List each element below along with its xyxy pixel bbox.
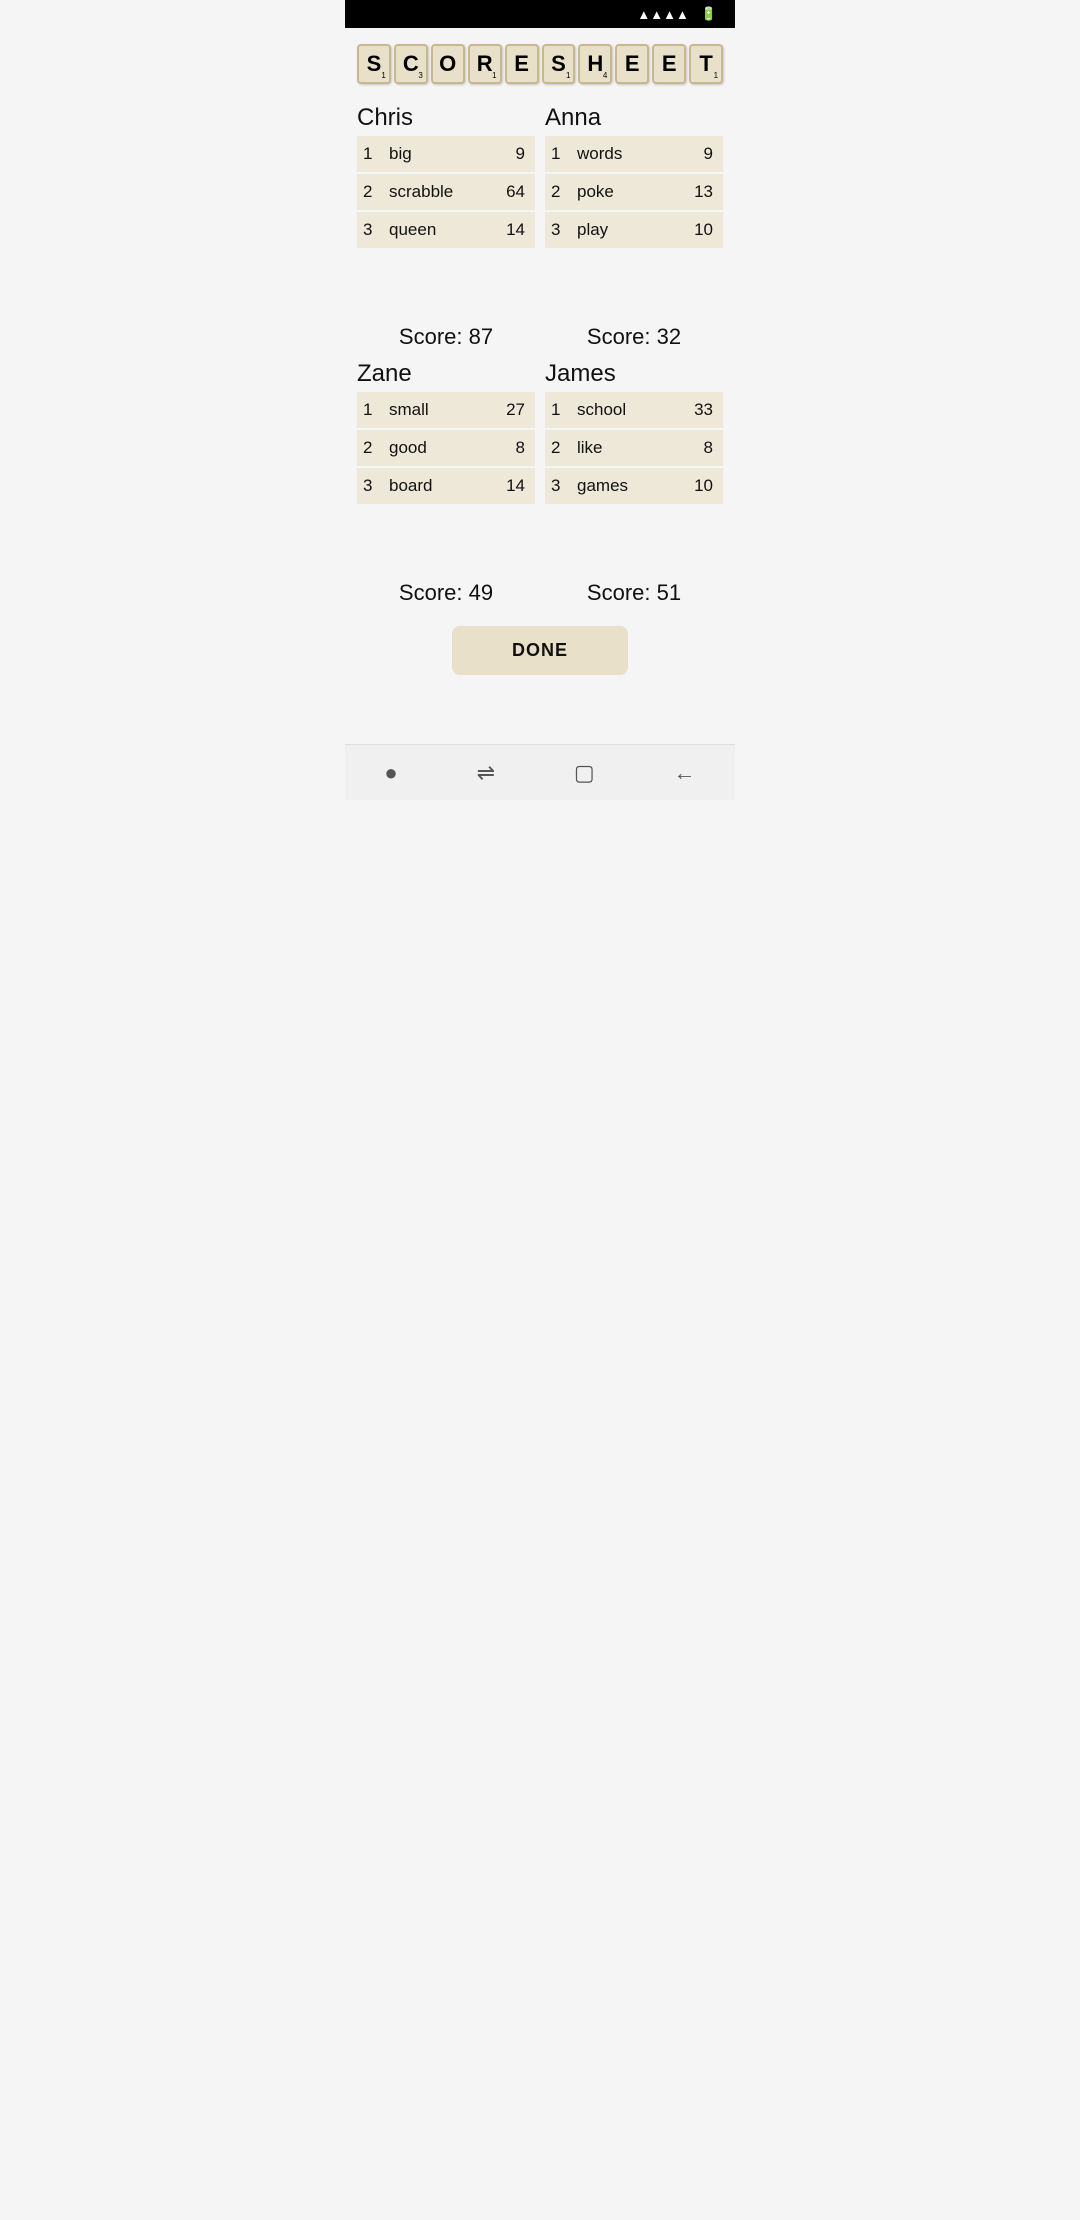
entry-word: school (573, 400, 694, 420)
title-tile-8: E (652, 44, 686, 84)
top-players-grid: Chris1big92scrabble643queen14Anna1words9… (357, 104, 723, 250)
entry-num: 3 (363, 476, 385, 496)
title-tile-4: E (505, 44, 539, 84)
entry-points: 10 (694, 220, 717, 240)
score-row-chris-0: 1big9 (357, 136, 535, 172)
entry-num: 1 (551, 144, 573, 164)
top-scores-row: Score: 87 Score: 32 (357, 310, 723, 360)
entry-num: 3 (551, 220, 573, 240)
nav-back-icon[interactable]: ← (674, 760, 696, 786)
player-name-chris: Chris (357, 104, 535, 132)
entry-points: 33 (694, 400, 717, 420)
title-tile-6: H4 (578, 44, 612, 84)
score-row-james-1: 2like8 (545, 430, 723, 466)
player-name-james: James (545, 360, 723, 388)
entry-num: 2 (363, 182, 385, 202)
score-row-james-0: 1school33 (545, 392, 723, 428)
entry-word: like (573, 438, 704, 458)
score-total-james: Score: 51 (545, 580, 723, 606)
entry-num: 1 (551, 400, 573, 420)
score-total-zane: Score: 49 (357, 580, 535, 606)
entry-points: 13 (694, 182, 717, 202)
score-row-zane-0: 1small27 (357, 392, 535, 428)
entry-points: 10 (694, 476, 717, 496)
entry-word: play (573, 220, 694, 240)
entry-num: 2 (551, 438, 573, 458)
nav-recent-apps-icon[interactable]: ⇌ (477, 760, 495, 786)
player-section-zane: Zane1small272good83board14 (357, 360, 535, 506)
title-tile-0: S1 (357, 44, 391, 84)
battery-icon: 🔋 (701, 6, 717, 22)
score-row-chris-2: 3queen14 (357, 212, 535, 248)
bottom-players-grid: Zane1small272good83board14James1school33… (357, 360, 723, 506)
score-row-anna-2: 3play10 (545, 212, 723, 248)
player-section-chris: Chris1big92scrabble643queen14 (357, 104, 535, 250)
entry-word: poke (573, 182, 694, 202)
entry-num: 2 (363, 438, 385, 458)
score-row-zane-2: 3board14 (357, 468, 535, 504)
entry-points: 8 (704, 438, 717, 458)
entry-word: board (385, 476, 506, 496)
player-section-james: James1school332like83games10 (545, 360, 723, 506)
title-tile-1: C3 (394, 44, 428, 84)
entry-points: 9 (704, 144, 717, 164)
title-tile-7: E (615, 44, 649, 84)
score-row-anna-0: 1words9 (545, 136, 723, 172)
entry-word: words (573, 144, 704, 164)
player-name-anna: Anna (545, 104, 723, 132)
entry-word: queen (385, 220, 506, 240)
entry-points: 14 (506, 220, 529, 240)
nav-home-icon[interactable]: ▢ (574, 760, 595, 786)
entry-word: small (385, 400, 506, 420)
entry-num: 3 (551, 476, 573, 496)
entry-points: 27 (506, 400, 529, 420)
score-total-chris: Score: 87 (357, 324, 535, 350)
title-tile-9: T1 (689, 44, 723, 84)
entry-word: scrabble (385, 182, 506, 202)
entry-points: 14 (506, 476, 529, 496)
nav-dot-icon[interactable]: ● (384, 760, 397, 786)
entry-num: 3 (363, 220, 385, 240)
title-tiles: S1C3OR1ES1H4EET1 (357, 44, 723, 84)
score-row-zane-1: 2good8 (357, 430, 535, 466)
score-row-james-2: 3games10 (545, 468, 723, 504)
score-row-chris-1: 2scrabble64 (357, 174, 535, 210)
entry-points: 9 (516, 144, 529, 164)
player-name-zane: Zane (357, 360, 535, 388)
score-total-anna: Score: 32 (545, 324, 723, 350)
done-button[interactable]: DONE (452, 626, 628, 675)
player-section-anna: Anna1words92poke133play10 (545, 104, 723, 250)
title-tile-5: S1 (542, 44, 576, 84)
title-tile-2: O (431, 44, 465, 84)
entry-num: 1 (363, 400, 385, 420)
signal-icon: ▲▲▲▲ (637, 7, 688, 22)
main-content: S1C3OR1ES1H4EET1Chris1big92scrabble643qu… (345, 28, 735, 744)
entry-num: 1 (363, 144, 385, 164)
entry-word: games (573, 476, 694, 496)
nav-bar: ● ⇌ ▢ ← (345, 744, 735, 800)
entry-num: 2 (551, 182, 573, 202)
entry-word: good (385, 438, 516, 458)
status-bar: ▲▲▲▲ 🔋 (345, 0, 735, 28)
title-tile-3: R1 (468, 44, 502, 84)
score-row-anna-1: 2poke13 (545, 174, 723, 210)
entry-word: big (385, 144, 516, 164)
entry-points: 8 (516, 438, 529, 458)
bottom-scores-row: Score: 49 Score: 51 (357, 566, 723, 616)
entry-points: 64 (506, 182, 529, 202)
done-button-container: DONE (357, 616, 723, 691)
